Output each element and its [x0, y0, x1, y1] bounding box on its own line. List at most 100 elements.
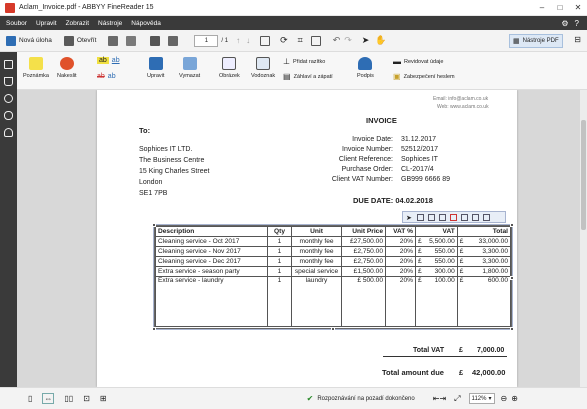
cell[interactable]: £	[456, 276, 468, 327]
export-icon[interactable]	[126, 35, 137, 46]
pdf-tools-button[interactable]: ▦ Nástroje PDF	[509, 34, 563, 48]
zoom-fit-icon[interactable]: ⤢	[454, 394, 460, 404]
cell[interactable]: 20%	[385, 266, 416, 277]
cell[interactable]: special service	[291, 266, 342, 277]
table-rows-icon[interactable]	[428, 213, 435, 221]
redact-button[interactable]: ▬ Revidovat údaje	[393, 57, 443, 66]
bookmarks-icon[interactable]	[4, 77, 13, 86]
open-button[interactable]: Otevřít	[63, 35, 96, 46]
settings-icon[interactable]: ⚙	[561, 19, 568, 28]
cell[interactable]: laundry	[291, 276, 342, 327]
signature-button[interactable]: Podpis	[357, 57, 374, 79]
cell[interactable]: 1	[267, 246, 292, 257]
menu-tools[interactable]: Nástroje	[98, 20, 122, 27]
cell[interactable]: Extra service - season party	[155, 266, 268, 277]
resize-handle[interactable]	[152, 223, 156, 227]
cell[interactable]: Cleaning service - Nov 2017	[155, 246, 268, 257]
close-icon[interactable]: ✕	[569, 3, 587, 12]
cell[interactable]: £	[456, 256, 468, 267]
cell[interactable]: 1	[267, 276, 292, 327]
cell[interactable]: £	[456, 236, 468, 247]
save-icon[interactable]	[108, 35, 119, 46]
cell[interactable]: £	[415, 256, 425, 267]
cell[interactable]: 1	[267, 266, 292, 277]
cell[interactable]: 3,300.00	[467, 246, 511, 257]
header-footer-button[interactable]: ▤ Záhlaví a zápatí	[283, 72, 333, 81]
cell[interactable]: £2,750.00	[341, 246, 386, 257]
cell[interactable]: £2,750.00	[341, 256, 386, 267]
cell[interactable]: 1	[267, 236, 292, 247]
cell[interactable]: Cleaning service - Oct 2017	[155, 236, 268, 247]
table-columns-icon[interactable]	[439, 213, 446, 221]
cell[interactable]: £	[415, 236, 425, 247]
table-select-icon[interactable]: ➤	[406, 214, 413, 222]
menu-view[interactable]: Zobrazit	[66, 20, 89, 27]
undo-icon[interactable]: ↶	[333, 35, 341, 46]
erase-button[interactable]: Vymazat	[179, 57, 200, 79]
cell[interactable]: 33,000.00	[467, 236, 511, 247]
underline-text-icon[interactable]: ab	[112, 57, 120, 64]
add-stamp-button[interactable]: ⊥ Přidat razítko	[283, 57, 325, 66]
resize-handle[interactable]	[510, 276, 514, 280]
pages-panel-icon[interactable]	[4, 60, 13, 69]
image-button[interactable]: Obrázek	[219, 57, 240, 79]
cell[interactable]: monthly fee	[291, 256, 342, 267]
cell[interactable]: 20%	[385, 256, 416, 267]
cell[interactable]: 20%	[385, 236, 416, 247]
cell[interactable]: 100.00	[424, 276, 458, 327]
cell[interactable]: £	[456, 246, 468, 257]
signatures-icon[interactable]	[4, 128, 13, 137]
replace-text-icon[interactable]: ab	[108, 73, 116, 80]
watermark-button[interactable]: Vodoznak	[251, 57, 275, 79]
cell[interactable]: 300.00	[424, 266, 458, 277]
more-toolbar-icon[interactable]: ⊟	[574, 35, 581, 44]
highlight-text-icon[interactable]: ab	[97, 57, 109, 64]
cell[interactable]: £	[415, 276, 425, 327]
resize-handle[interactable]	[152, 327, 156, 331]
menu-help[interactable]: Nápověda	[131, 20, 161, 27]
cell[interactable]: 550.00	[424, 246, 458, 257]
new-task-button[interactable]: Nová úloha	[6, 35, 52, 46]
search-icon[interactable]	[4, 94, 13, 103]
cell[interactable]: £	[415, 266, 425, 277]
fit-width-icon[interactable]: ⇔	[42, 393, 55, 404]
strikethrough-text-icon[interactable]: ab	[97, 73, 105, 80]
cell[interactable]: 600.00	[467, 276, 511, 327]
cell[interactable]: Extra service - laundry	[155, 276, 268, 327]
select-tool-icon[interactable]: ➤	[362, 35, 370, 46]
maximize-icon[interactable]: □	[551, 3, 569, 12]
table-delete-icon[interactable]	[450, 213, 457, 221]
cell[interactable]: 20%	[385, 246, 416, 257]
continuous-view-icon[interactable]: ⊞	[100, 394, 107, 403]
zoom-out-icon[interactable]: ⊖	[501, 394, 508, 403]
single-page-view-icon[interactable]: ▯	[28, 394, 32, 403]
menu-file[interactable]: Soubor	[6, 20, 27, 27]
table-settings-icon[interactable]	[483, 213, 490, 221]
page-down-icon[interactable]: ↓	[246, 36, 250, 45]
page-number-input[interactable]: 1	[194, 34, 219, 47]
redo-icon[interactable]: ↷	[344, 35, 352, 46]
rotate-icon[interactable]: ⟳	[280, 35, 288, 46]
crop-icon[interactable]: ⌗	[298, 35, 303, 46]
zoom-in-icon[interactable]: ⊕	[511, 394, 518, 403]
cell[interactable]: £	[456, 266, 468, 277]
document-canvas[interactable]: Email: info@aclam.co.uk Web: www.aclam.c…	[17, 90, 580, 387]
two-page-view-icon[interactable]: ▯▯	[64, 394, 73, 403]
print-icon[interactable]	[150, 35, 161, 46]
image-tool-icon[interactable]	[310, 35, 321, 46]
hand-tool-icon[interactable]: ✋	[375, 35, 386, 46]
cell[interactable]: 3,300.00	[467, 256, 511, 267]
password-security-button[interactable]: ▣ Zabezpečení heslem	[393, 72, 455, 81]
resize-handle[interactable]	[510, 223, 514, 227]
table-grid-icon[interactable]	[417, 213, 424, 221]
table-merge-icon[interactable]	[461, 213, 468, 221]
page-options-icon[interactable]	[260, 35, 271, 46]
cell[interactable]: Cleaning service - Dec 2017	[155, 256, 268, 267]
cell[interactable]: 1	[267, 256, 292, 267]
scrollbar-thumb[interactable]	[581, 120, 586, 230]
table-split-icon[interactable]	[472, 213, 479, 221]
cell[interactable]: £27,500.00	[341, 236, 386, 247]
help-icon[interactable]: ?	[575, 19, 579, 28]
minimize-icon[interactable]: –	[533, 3, 551, 12]
page-up-icon[interactable]: ↑	[236, 36, 240, 45]
